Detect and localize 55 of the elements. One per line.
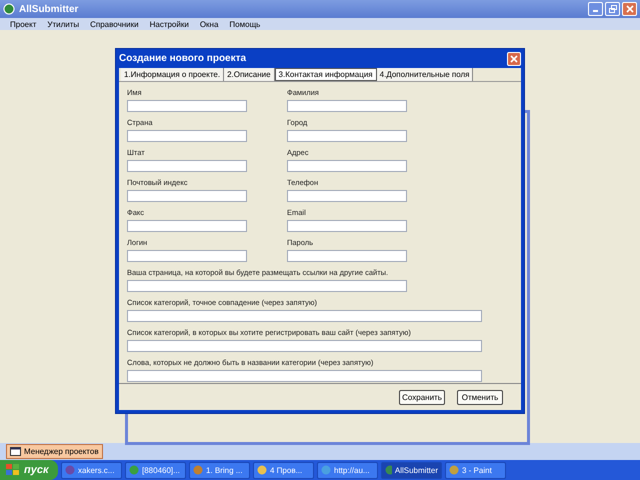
tab[interactable]: 4.Дополнительные поля <box>376 68 474 81</box>
restore-button[interactable] <box>605 2 620 16</box>
input-field[interactable] <box>287 160 407 172</box>
input-field[interactable] <box>127 100 247 112</box>
app-icon <box>129 465 139 475</box>
tab[interactable]: 1.Информация о проекте. <box>121 68 224 81</box>
window-icon <box>10 447 21 456</box>
tab[interactable]: 3.Контактая информация <box>274 68 377 81</box>
input-field[interactable] <box>287 250 407 262</box>
input-field[interactable] <box>287 190 407 202</box>
app-logo-icon <box>3 3 15 15</box>
taskbar-item[interactable]: [880460]... <box>125 462 186 478</box>
input-field[interactable] <box>287 130 407 142</box>
dialog-title: Создание нового проекта <box>119 53 246 64</box>
taskbar-item[interactable]: AllSubmitter <box>381 462 442 478</box>
input-field[interactable] <box>287 100 407 112</box>
dialog-button[interactable]: Отменить <box>457 390 503 404</box>
window-title: AllSubmitter <box>19 4 80 14</box>
app-icon <box>449 465 459 475</box>
taskbar-item[interactable]: 4 Пров... <box>253 462 314 478</box>
input-field[interactable] <box>287 220 407 232</box>
restore-icon <box>608 5 616 13</box>
taskbar-item[interactable]: xakers.c... <box>61 462 122 478</box>
app-icon <box>321 465 331 475</box>
input-field[interactable] <box>127 310 482 322</box>
close-icon <box>626 5 634 13</box>
app-icon <box>385 465 392 475</box>
start-button[interactable]: пуск <box>0 460 58 480</box>
menu-item[interactable]: Справочники <box>90 20 139 28</box>
close-button[interactable] <box>507 52 521 66</box>
menu-item[interactable]: Помощь <box>229 20 260 28</box>
app-icon <box>65 465 75 475</box>
menu-item[interactable]: Утилиты <box>47 20 80 28</box>
menu-item[interactable]: Настройки <box>150 20 189 28</box>
app-icon <box>257 465 267 475</box>
menu-item[interactable]: Окна <box>200 20 218 28</box>
windows-logo-icon <box>6 464 20 476</box>
input-field[interactable] <box>127 340 482 352</box>
tab[interactable]: 2.Описание <box>224 68 275 81</box>
input-field[interactable] <box>127 250 247 262</box>
taskbar-item[interactable]: http://au... <box>317 462 378 478</box>
taskbar-item[interactable]: 3 - Paint <box>445 462 506 478</box>
input-field[interactable] <box>127 190 247 202</box>
panel-tab[interactable]: Менеджер проектов <box>6 444 103 459</box>
input-field[interactable] <box>127 280 407 292</box>
input-field[interactable] <box>127 130 247 142</box>
taskbar-item[interactable]: 1. Bring ... <box>189 462 250 478</box>
app-icon <box>193 465 203 475</box>
close-icon <box>510 54 518 62</box>
input-field[interactable] <box>127 160 247 172</box>
menu-item[interactable]: Проект <box>10 20 36 28</box>
minimize-button[interactable] <box>588 2 603 16</box>
input-field[interactable] <box>127 220 247 232</box>
input-field[interactable] <box>127 370 482 382</box>
dialog-button[interactable]: Сохранить <box>399 390 445 404</box>
